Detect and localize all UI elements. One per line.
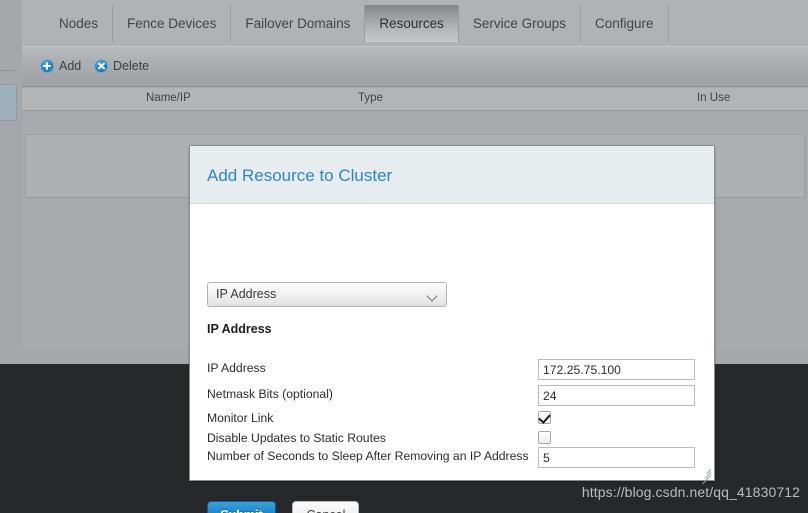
- field-row-monitor-link: Monitor Link: [207, 409, 699, 431]
- resources-toolbar: Add Delete: [22, 46, 808, 87]
- tab-resources-label: Resources: [379, 16, 444, 31]
- tab-fence-devices[interactable]: Fence Devices: [113, 5, 232, 42]
- plus-icon: [40, 59, 54, 73]
- resource-type-select[interactable]: IP Address: [207, 282, 447, 307]
- delete-button[interactable]: Delete: [94, 59, 149, 73]
- label-disable-static-routes: Disable Updates to Static Routes: [207, 431, 386, 445]
- tab-nodes[interactable]: Nodes: [45, 5, 114, 42]
- dialog-button-row: Submit Cancel: [207, 501, 360, 513]
- label-sleep-seconds: Number of Seconds to Sleep After Removin…: [207, 449, 529, 463]
- cancel-button[interactable]: Cancel: [292, 501, 360, 513]
- resources-table-header: Name/IP Type In Use: [22, 88, 808, 111]
- left-divider: [0, 70, 14, 71]
- application-window: Nodes Fence Devices Failover Domains Res…: [0, 0, 808, 513]
- sidebar-collapse-handle[interactable]: [0, 84, 17, 121]
- tab-failover-domains[interactable]: Failover Domains: [231, 5, 366, 42]
- column-header-type: Type: [358, 92, 383, 104]
- ip-address-input[interactable]: [538, 359, 695, 380]
- delete-button-label: Delete: [113, 59, 150, 73]
- sleep-seconds-input[interactable]: [538, 447, 695, 468]
- field-row-sleep-seconds: Number of Seconds to Sleep After Removin…: [207, 447, 699, 469]
- tab-configure-label: Configure: [594, 16, 654, 31]
- add-button-label: Add: [59, 59, 82, 73]
- add-resource-dialog: Add Resource to Cluster IP Address IP Ad…: [189, 145, 715, 513]
- tab-service-groups[interactable]: Service Groups: [459, 5, 581, 42]
- monitor-link-checkbox[interactable]: [538, 411, 551, 424]
- submit-button[interactable]: Submit: [207, 501, 276, 513]
- watermark-text: https://blog.csdn.net/qq_41830712: [581, 484, 800, 500]
- dialog-header: Add Resource to Cluster: [190, 146, 714, 204]
- tab-service-groups-label: Service Groups: [472, 16, 566, 31]
- close-icon: [94, 59, 108, 73]
- tab-resources[interactable]: Resources: [365, 5, 459, 42]
- left-strip: [0, 0, 22, 364]
- label-monitor-link: Monitor Link: [207, 411, 274, 425]
- label-ip-address: IP Address: [207, 361, 266, 375]
- dialog-title: Add Resource to Cluster: [207, 166, 393, 185]
- tab-configure[interactable]: Configure: [581, 5, 669, 42]
- disable-static-routes-checkbox[interactable]: [538, 431, 551, 444]
- chevron-down-icon: [428, 292, 437, 297]
- column-header-name-ip: Name/IP: [146, 92, 191, 104]
- label-netmask-bits: Netmask Bits (optional): [207, 387, 333, 401]
- tab-list: Nodes Fence Devices Failover Domains Res…: [45, 5, 669, 42]
- netmask-bits-input[interactable]: [538, 385, 695, 406]
- field-row-ip-address: IP Address: [207, 359, 699, 381]
- dialog-body: IP Address IP Address IP Address Netmask…: [190, 204, 714, 513]
- column-header-in-use: In Use: [697, 92, 731, 104]
- resource-type-select-value: IP Address: [216, 287, 277, 301]
- tab-bar: Nodes Fence Devices Failover Domains Res…: [22, 0, 808, 46]
- field-row-netmask-bits: Netmask Bits (optional): [207, 385, 699, 407]
- tab-nodes-label: Nodes: [59, 16, 99, 31]
- tab-failover-domains-label: Failover Domains: [245, 16, 351, 31]
- resources-table-body: [22, 111, 808, 134]
- section-title: IP Address: [207, 322, 272, 336]
- tab-fence-devices-label: Fence Devices: [127, 16, 217, 31]
- add-button[interactable]: Add: [40, 59, 81, 73]
- resize-grip-icon[interactable]: [698, 465, 712, 485]
